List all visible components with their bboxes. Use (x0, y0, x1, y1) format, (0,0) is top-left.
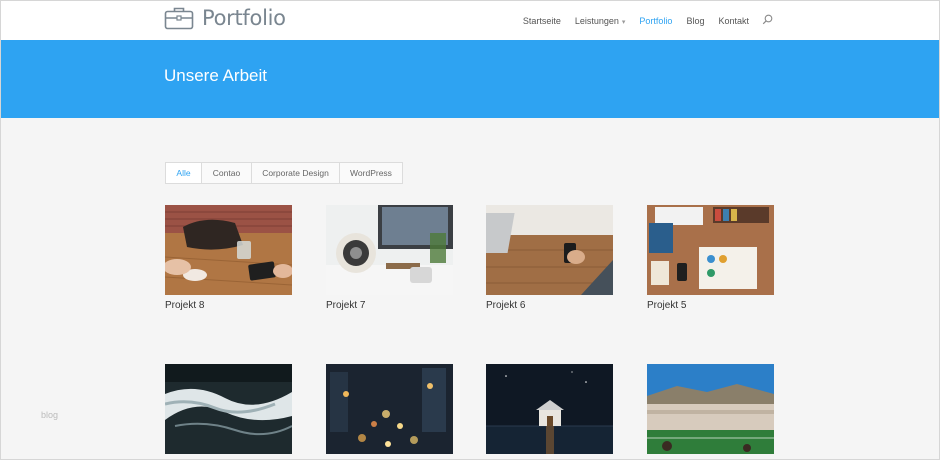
portfolio-card: Projekt 6 (486, 205, 613, 311)
portfolio-card (647, 364, 774, 454)
nav-item-kontakt[interactable]: Kontakt (718, 16, 749, 26)
nav-item-blog[interactable]: Blog (686, 16, 704, 26)
page-title-banner: Unsere Arbeit (1, 40, 939, 118)
portfolio-card (165, 364, 292, 454)
portfolio-card (486, 364, 613, 454)
project-title[interactable]: Projekt 7 (326, 300, 453, 311)
portfolio-card: Projekt 7 (326, 205, 453, 311)
page-title: Unsere Arbeit (164, 66, 267, 85)
nav-item-portfolio[interactable]: Portfolio (639, 16, 672, 26)
meeting-table-photo[interactable] (165, 205, 292, 295)
filter-corporate-design[interactable]: Corporate Design (252, 163, 340, 183)
blog-watermark: blog (41, 410, 59, 420)
nav-item-leistungen[interactable]: Leistungen ▾ (575, 16, 626, 26)
portfolio-card: Projekt 5 (647, 205, 774, 311)
portfolio-card: Projekt 8 (165, 205, 292, 311)
search-icon[interactable] (762, 12, 773, 30)
phone-on-table-photo[interactable] (486, 205, 613, 295)
briefcase-icon (164, 6, 194, 30)
filter-wordpress[interactable]: WordPress (340, 163, 402, 183)
portfolio-filter-bar: Alle Contao Corporate Design WordPress (165, 162, 403, 184)
site-header: Portfolio Startseite Leistungen ▾ Portfol… (1, 1, 939, 40)
ocean-waves-photo[interactable] (165, 364, 292, 454)
project-title[interactable]: Projekt 8 (165, 300, 292, 311)
nav-item-startseite[interactable]: Startseite (523, 16, 561, 26)
project-title[interactable]: Projekt 6 (486, 300, 613, 311)
boathouse-night-photo[interactable] (486, 364, 613, 454)
desk-speaker-photo[interactable] (326, 205, 453, 295)
site-logo[interactable]: Portfolio (164, 6, 286, 30)
city-night-lights-photo[interactable] (326, 364, 453, 454)
filter-contao[interactable]: Contao (202, 163, 252, 183)
main-nav: Startseite Leistungen ▾ Portfolio Blog Ko… (509, 12, 773, 30)
project-title[interactable]: Projekt 5 (647, 300, 774, 311)
chevron-down-icon: ▾ (621, 19, 626, 26)
filter-alle[interactable]: Alle (166, 163, 202, 183)
stadium-crowd-photo[interactable] (647, 364, 774, 454)
nav-item-label: Leistungen (574, 16, 619, 26)
portfolio-card (326, 364, 453, 454)
design-desk-photo[interactable] (647, 205, 774, 295)
logo-text: Portfolio (202, 6, 286, 30)
